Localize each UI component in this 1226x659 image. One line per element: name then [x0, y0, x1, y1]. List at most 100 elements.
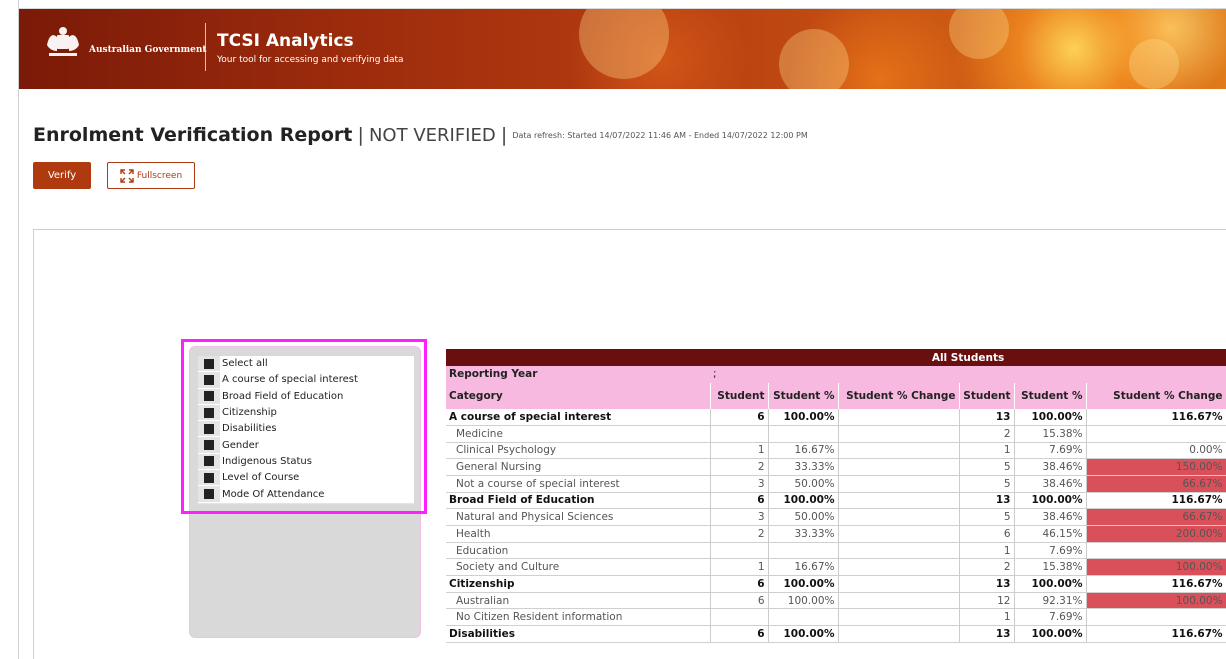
- student-pct-change-cell: [838, 442, 960, 459]
- col-header-student-pct-change[interactable]: Student % Change: [1086, 382, 1226, 409]
- student-pct-change-cell: [838, 625, 960, 643]
- student-pct-cell: 16.67%: [768, 442, 839, 459]
- all-students-header: All Students: [710, 349, 1226, 366]
- category-cell: Natural and Physical Sciences: [446, 508, 711, 526]
- student-pct-cell: 100.00%: [768, 492, 839, 509]
- header-banner: Australian Government TCSI Analytics You…: [19, 9, 1226, 89]
- slicer-selection-outline: [181, 339, 427, 514]
- student-cell: 6: [710, 492, 769, 509]
- student-cell: 13: [959, 408, 1015, 426]
- category-cell: General Nursing: [446, 458, 711, 476]
- student-pct-change-cell: 116.67%: [1086, 625, 1226, 643]
- banner-bokeh: [579, 9, 669, 79]
- student-pct-change-cell: [838, 425, 960, 443]
- student-pct-change-cell: [1086, 425, 1226, 443]
- banner-bokeh: [1129, 39, 1179, 89]
- category-header[interactable]: Category: [446, 382, 711, 409]
- student-cell: [710, 542, 769, 559]
- table-row[interactable]: Health 2 33.33% 6 46.15% 200.00%: [446, 525, 1226, 543]
- student-cell: [710, 608, 769, 626]
- student-pct-change-cell: 116.67%: [1086, 575, 1226, 593]
- student-cell: 1: [959, 542, 1015, 559]
- table-body: A course of special interest 6 100.00% 13 10…: [446, 408, 1226, 643]
- student-pct-cell: 50.00%: [768, 475, 839, 493]
- student-pct-cell: 7.69%: [1014, 442, 1087, 459]
- student-pct-cell: 15.38%: [1014, 425, 1087, 443]
- table-row[interactable]: Disabilities 6 100.00% 13 100.00% 116.67%: [446, 625, 1226, 643]
- category-cell: Clinical Psychology: [446, 442, 711, 459]
- student-pct-change-cell: [838, 508, 960, 526]
- category-cell: Citizenship: [446, 575, 711, 593]
- student-cell: [710, 425, 769, 443]
- category-cell: Education: [446, 542, 711, 559]
- student-pct-change-cell: 200.00%: [1086, 525, 1226, 543]
- table-row[interactable]: Natural and Physical Sciences 3 50.00% 5 38.…: [446, 508, 1226, 526]
- table-row[interactable]: Australian 6 100.00% 12 92.31% 100.00%: [446, 592, 1226, 609]
- table-row[interactable]: No Citizen Resident information 1 7.69%: [446, 608, 1226, 626]
- reporting-year-row: Reporting Year ;: [446, 366, 1226, 383]
- student-pct-change-cell: [838, 525, 960, 543]
- student-pct-cell: 100.00%: [1014, 492, 1087, 509]
- student-pct-cell: 50.00%: [768, 508, 839, 526]
- student-cell: 6: [710, 625, 769, 643]
- data-refresh-info: Data refresh: Started 14/07/2022 11:46 A…: [512, 131, 808, 140]
- student-pct-change-cell: [1086, 542, 1226, 559]
- student-cell: 13: [959, 492, 1015, 509]
- fullscreen-icon: [120, 168, 134, 183]
- student-cell: 5: [959, 458, 1015, 476]
- student-pct-cell: [768, 542, 839, 559]
- verify-button[interactable]: Verify: [33, 162, 91, 189]
- student-pct-change-cell: 116.67%: [1086, 408, 1226, 426]
- student-pct-cell: 33.33%: [768, 525, 839, 543]
- category-cell: A course of special interest: [446, 408, 711, 426]
- student-cell: 13: [959, 625, 1015, 643]
- student-pct-cell: 100.00%: [768, 592, 839, 609]
- students-matrix[interactable]: All Students Reporting Year ; Category S…: [446, 349, 1226, 643]
- col-header-student-pct-change[interactable]: Student % Change: [838, 382, 960, 409]
- title-separator: |: [500, 124, 508, 146]
- student-pct-change-cell: [838, 592, 960, 609]
- student-pct-change-cell: 150.00%: [1086, 458, 1226, 476]
- col-header-student-pct[interactable]: Student %: [1014, 382, 1087, 409]
- col-header-student[interactable]: Student: [710, 382, 769, 409]
- category-cell: Australian: [446, 592, 711, 609]
- category-cell: Disabilities: [446, 625, 711, 643]
- student-cell: 1: [710, 442, 769, 459]
- student-cell: 3: [710, 475, 769, 493]
- student-cell: 1: [710, 558, 769, 576]
- page-title: Enrolment Verification Report: [33, 124, 353, 146]
- student-pct-change-cell: 66.67%: [1086, 475, 1226, 493]
- category-cell: No Citizen Resident information: [446, 608, 711, 626]
- col-header-student[interactable]: Student: [959, 382, 1015, 409]
- table-row[interactable]: General Nursing 2 33.33% 5 38.46% 150.00%: [446, 458, 1226, 476]
- student-cell: 2: [959, 425, 1015, 443]
- table-row[interactable]: Medicine 2 15.38%: [446, 425, 1226, 443]
- table-row[interactable]: Broad Field of Education 6 100.00% 13 100.00…: [446, 492, 1226, 509]
- student-pct-cell: 100.00%: [768, 575, 839, 593]
- student-cell: 1: [959, 608, 1015, 626]
- table-row[interactable]: Clinical Psychology 1 16.67% 1 7.69% 0.00%: [446, 442, 1226, 459]
- student-pct-cell: 100.00%: [1014, 575, 1087, 593]
- table-row[interactable]: A course of special interest 6 100.00% 13 10…: [446, 408, 1226, 426]
- column-header-row: Category Student Student % Student % Cha…: [446, 382, 1226, 409]
- col-header-student-pct[interactable]: Student %: [768, 382, 839, 409]
- banner-divider: [205, 23, 206, 71]
- student-pct-cell: 38.46%: [1014, 508, 1087, 526]
- student-pct-cell: 92.31%: [1014, 592, 1087, 609]
- student-pct-change-cell: [838, 458, 960, 476]
- student-cell: 13: [959, 575, 1015, 593]
- title-separator: |: [357, 124, 364, 146]
- student-pct-change-cell: [838, 608, 960, 626]
- table-row[interactable]: Not a course of special interest 3 50.00% 5…: [446, 475, 1226, 493]
- student-pct-cell: 16.67%: [768, 558, 839, 576]
- table-row[interactable]: Education 1 7.69%: [446, 542, 1226, 559]
- fullscreen-button[interactable]: Fullscreen: [107, 162, 195, 189]
- student-pct-change-cell: [838, 542, 960, 559]
- student-pct-change-cell: [838, 558, 960, 576]
- app-subtitle: Your tool for accessing and verifying da…: [217, 55, 404, 65]
- student-cell: 6: [959, 525, 1015, 543]
- table-row[interactable]: Society and Culture 1 16.67% 2 15.38% 100.00%: [446, 558, 1226, 576]
- verification-status: NOT VERIFIED: [368, 125, 496, 146]
- student-pct-cell: [768, 425, 839, 443]
- table-row[interactable]: Citizenship 6 100.00% 13 100.00% 116.67%: [446, 575, 1226, 593]
